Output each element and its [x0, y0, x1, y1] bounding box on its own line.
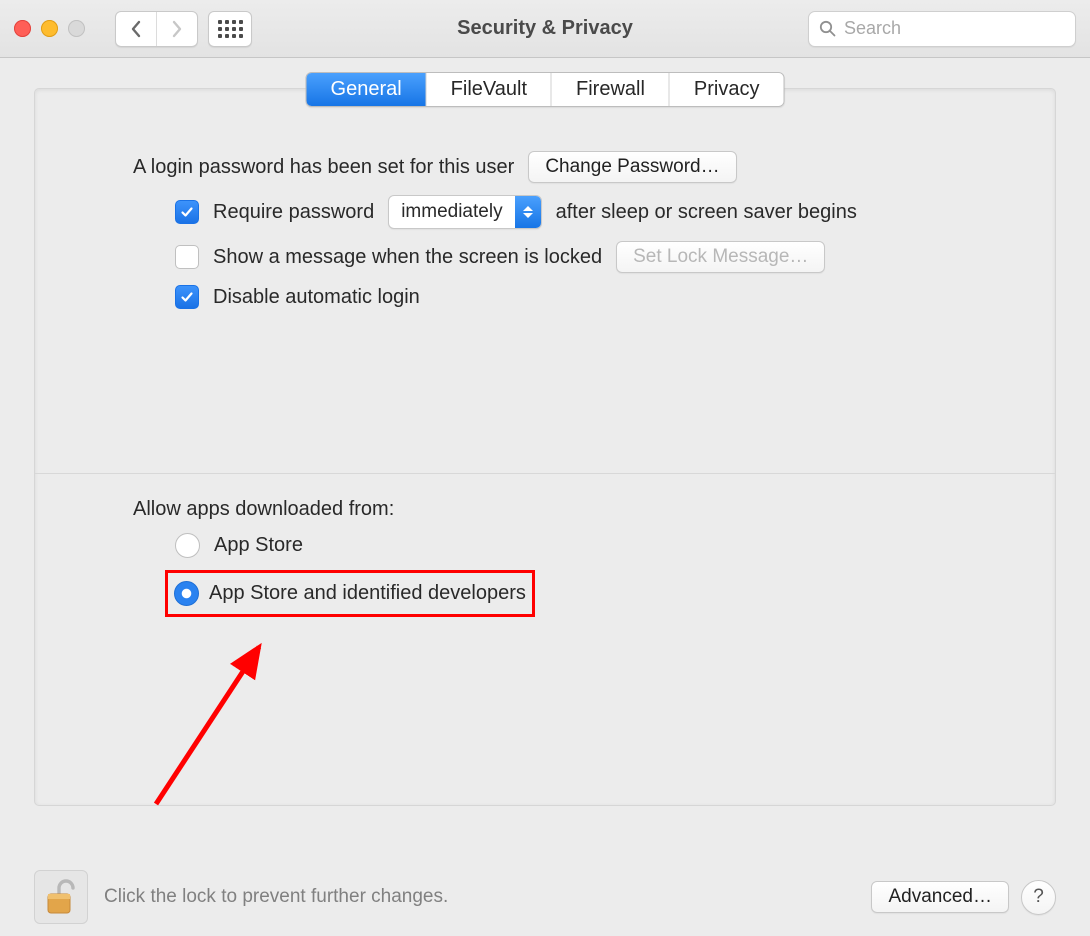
nav-buttons	[115, 11, 198, 47]
password-set-text: A login password has been set for this u…	[133, 156, 514, 179]
back-button[interactable]	[116, 12, 157, 46]
disable-auto-login-label: Disable automatic login	[213, 286, 420, 309]
radio-identified-developers[interactable]	[174, 581, 199, 606]
search-field[interactable]	[808, 11, 1076, 47]
search-icon	[819, 20, 836, 37]
lock-help-text: Click the lock to prevent further change…	[104, 886, 448, 908]
window-controls	[14, 20, 85, 37]
unlocked-lock-icon	[43, 877, 79, 917]
change-password-button[interactable]: Change Password…	[528, 151, 736, 183]
set-lock-message-button: Set Lock Message…	[616, 241, 825, 273]
after-sleep-text: after sleep or screen saver begins	[556, 201, 857, 224]
footer: Click the lock to prevent further change…	[34, 870, 1056, 924]
stepper-icon	[515, 196, 541, 228]
show-message-label: Show a message when the screen is locked	[213, 246, 602, 269]
annotation-arrow-icon	[131, 629, 291, 819]
close-window-button[interactable]	[14, 20, 31, 37]
radio-identified-developers-label: App Store and identified developers	[209, 582, 526, 605]
allow-apps-heading: Allow apps downloaded from:	[133, 498, 394, 521]
disable-auto-login-checkbox[interactable]	[175, 285, 199, 309]
tab-filevault[interactable]: FileVault	[427, 73, 552, 106]
grid-icon	[218, 20, 243, 38]
checkmark-icon	[180, 290, 194, 304]
show-message-checkbox[interactable]	[175, 245, 199, 269]
tab-general[interactable]: General	[307, 73, 427, 106]
tab-firewall[interactable]: Firewall	[552, 73, 670, 106]
search-input[interactable]	[842, 17, 1065, 40]
title-bar: Security & Privacy	[0, 0, 1090, 58]
show-all-button[interactable]	[208, 11, 252, 47]
preferences-pane: General FileVault Firewall Privacy A log…	[34, 88, 1056, 806]
zoom-window-button	[68, 20, 85, 37]
help-button[interactable]: ?	[1021, 880, 1056, 915]
radio-app-store-label: App Store	[214, 534, 303, 557]
tab-privacy[interactable]: Privacy	[670, 73, 784, 106]
tab-bar: General FileVault Firewall Privacy	[306, 72, 785, 107]
lock-button[interactable]	[34, 870, 88, 924]
checkmark-icon	[180, 205, 194, 219]
advanced-button[interactable]: Advanced…	[871, 881, 1009, 913]
radio-app-store[interactable]	[175, 533, 200, 558]
require-password-checkbox[interactable]	[175, 200, 199, 224]
require-password-delay-value: immediately	[389, 201, 514, 223]
forward-button	[157, 12, 197, 46]
minimize-window-button[interactable]	[41, 20, 58, 37]
annotation-highlight: App Store and identified developers	[165, 570, 535, 617]
gatekeeper-section: Allow apps downloaded from: App Store Ap…	[35, 474, 1055, 617]
require-password-label: Require password	[213, 201, 374, 224]
login-section: A login password has been set for this u…	[35, 89, 1055, 309]
require-password-delay-select[interactable]: immediately	[388, 195, 541, 229]
